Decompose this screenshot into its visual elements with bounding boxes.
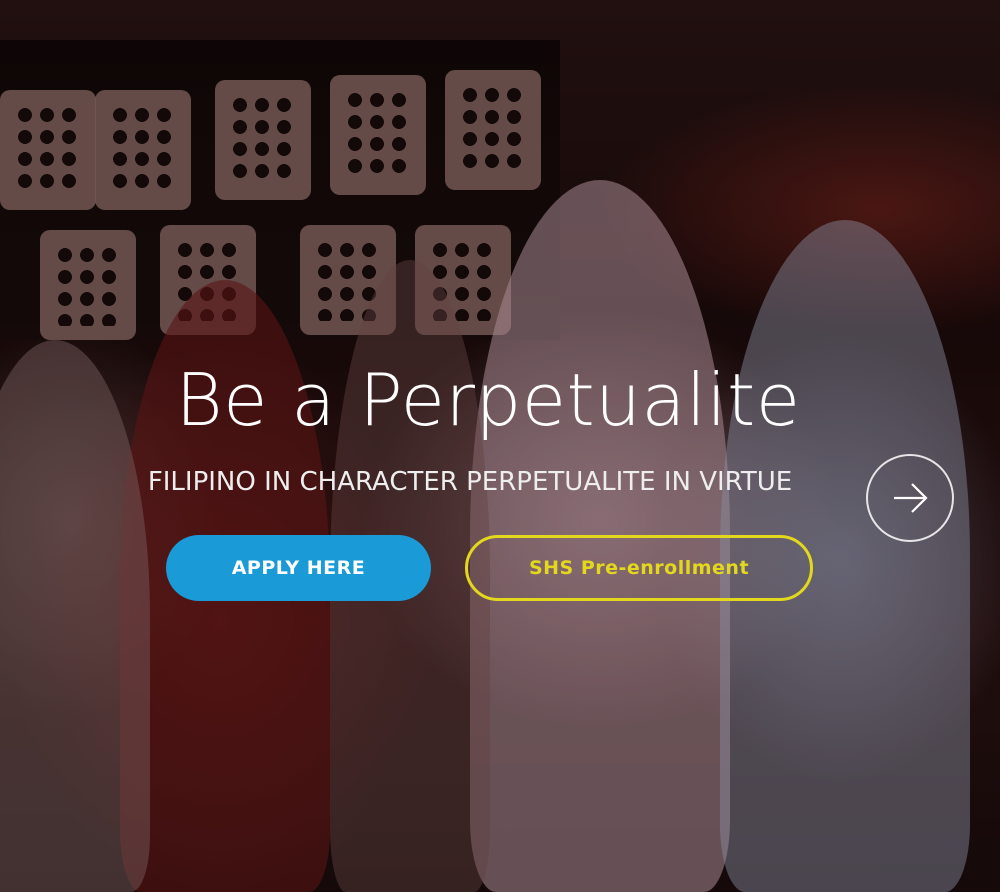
carousel-next-button[interactable] — [866, 454, 954, 542]
arrow-right-icon — [894, 483, 928, 513]
hero-banner: Be a Perpetualite FILIPINO IN CHARACTER … — [0, 0, 1000, 892]
apply-here-button[interactable]: APPLY HERE — [166, 535, 431, 601]
hero-title: Be a Perpetualite — [175, 358, 801, 442]
hero-subtitle: FILIPINO IN CHARACTER PERPETUALITE IN VI… — [147, 467, 793, 497]
shs-pre-enrollment-button[interactable]: SHS Pre-enrollment — [465, 535, 813, 601]
